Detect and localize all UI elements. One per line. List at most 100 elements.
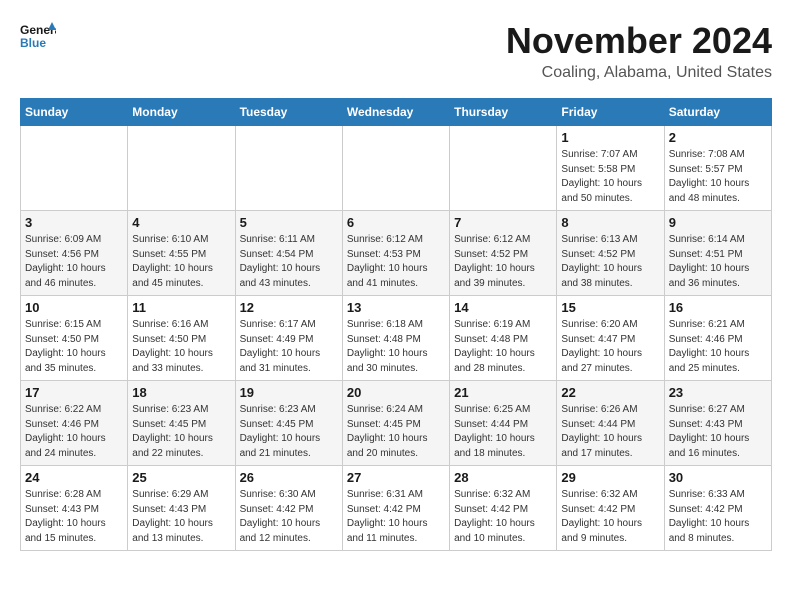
calendar-cell: 19 Sunrise: 6:23 AM Sunset: 4:45 PM Dayli… [235,381,342,466]
day-info: Sunrise: 6:12 AM Sunset: 4:52 PM Dayligh… [454,233,552,291]
header-sunday: Sunday [21,99,128,126]
day-info: Sunrise: 6:28 AM Sunset: 4:43 PM Dayligh… [25,488,123,546]
day-info: Sunrise: 6:12 AM Sunset: 4:53 PM Dayligh… [347,233,445,291]
calendar-cell: 28Sunrise: 6:32 AM Sunset: 4:42 PM Dayli… [450,466,557,551]
day-number: 29 [561,470,659,485]
calendar-cell: 23 Sunrise: 6:27 AM Sunset: 4:43 PM Dayli… [664,381,771,466]
day-number: 7 [454,215,552,230]
day-number: 14 [454,300,552,315]
day-info: Sunrise: 6:32 AM Sunset: 4:42 PM Dayligh… [561,488,659,546]
calendar-cell: 13 Sunrise: 6:18 AM Sunset: 4:48 PM Dayli… [342,296,449,381]
header-thursday: Thursday [450,99,557,126]
day-info: Sunrise: 6:20 AM Sunset: 4:47 PM Dayligh… [561,318,659,376]
day-number: 20 [347,385,445,400]
calendar-cell: 26 Sunrise: 6:30 AM Sunset: 4:42 PM Dayli… [235,466,342,551]
calendar-cell: 16 Sunrise: 6:21 AM Sunset: 4:46 PM Dayli… [664,296,771,381]
header-saturday: Saturday [664,99,771,126]
day-number: 10 [25,300,123,315]
calendar-header-row: SundayMondayTuesdayWednesdayThursdayFrid… [21,99,772,126]
day-info: Sunrise: 6:11 AM Sunset: 4:54 PM Dayligh… [240,233,338,291]
calendar-cell [342,126,449,211]
day-number: 27 [347,470,445,485]
day-info: Sunrise: 6:17 AM Sunset: 4:49 PM Dayligh… [240,318,338,376]
day-info: Sunrise: 6:22 AM Sunset: 4:46 PM Dayligh… [25,403,123,461]
day-number: 13 [347,300,445,315]
calendar-cell: 9Sunrise: 6:14 AM Sunset: 4:51 PM Daylig… [664,211,771,296]
calendar-cell: 11 Sunrise: 6:16 AM Sunset: 4:50 PM Dayli… [128,296,235,381]
day-info: Sunrise: 6:23 AM Sunset: 4:45 PM Dayligh… [240,403,338,461]
calendar-cell: 21 Sunrise: 6:25 AM Sunset: 4:44 PM Dayli… [450,381,557,466]
day-number: 2 [669,130,767,145]
day-info: Sunrise: 6:33 AM Sunset: 4:42 PM Dayligh… [669,488,767,546]
calendar-cell: 8Sunrise: 6:13 AM Sunset: 4:52 PM Daylig… [557,211,664,296]
month-title: November 2024 [506,20,772,62]
calendar-cell: 20 Sunrise: 6:24 AM Sunset: 4:45 PM Dayli… [342,381,449,466]
header-friday: Friday [557,99,664,126]
page-header: General Blue November 2024 Coaling, Alab… [20,20,772,82]
calendar-cell: 10 Sunrise: 6:15 AM Sunset: 4:50 PM Dayli… [21,296,128,381]
calendar-week-1: 1 Sunrise: 7:07 AM Sunset: 5:58 PM Daylig… [21,126,772,211]
calendar-cell: 5 Sunrise: 6:11 AM Sunset: 4:54 PM Daylig… [235,211,342,296]
header-tuesday: Tuesday [235,99,342,126]
day-number: 25 [132,470,230,485]
calendar-cell: 2 Sunrise: 7:08 AM Sunset: 5:57 PM Daylig… [664,126,771,211]
day-info: Sunrise: 6:25 AM Sunset: 4:44 PM Dayligh… [454,403,552,461]
calendar-week-3: 10 Sunrise: 6:15 AM Sunset: 4:50 PM Dayli… [21,296,772,381]
svg-text:Blue: Blue [20,36,46,50]
logo-icon: General Blue [20,20,56,50]
day-info: Sunrise: 6:16 AM Sunset: 4:50 PM Dayligh… [132,318,230,376]
day-number: 18 [132,385,230,400]
calendar-week-5: 24 Sunrise: 6:28 AM Sunset: 4:43 PM Dayli… [21,466,772,551]
calendar-cell: 14Sunrise: 6:19 AM Sunset: 4:48 PM Dayli… [450,296,557,381]
day-info: Sunrise: 6:15 AM Sunset: 4:50 PM Dayligh… [25,318,123,376]
day-number: 28 [454,470,552,485]
calendar-cell: 6 Sunrise: 6:12 AM Sunset: 4:53 PM Daylig… [342,211,449,296]
day-info: Sunrise: 6:26 AM Sunset: 4:44 PM Dayligh… [561,403,659,461]
day-number: 30 [669,470,767,485]
header-monday: Monday [128,99,235,126]
day-number: 15 [561,300,659,315]
day-number: 16 [669,300,767,315]
day-number: 17 [25,385,123,400]
day-number: 11 [132,300,230,315]
calendar-week-4: 17 Sunrise: 6:22 AM Sunset: 4:46 PM Dayli… [21,381,772,466]
day-number: 1 [561,130,659,145]
day-info: Sunrise: 6:21 AM Sunset: 4:46 PM Dayligh… [669,318,767,376]
calendar-cell: 24 Sunrise: 6:28 AM Sunset: 4:43 PM Dayli… [21,466,128,551]
calendar-cell: 30 Sunrise: 6:33 AM Sunset: 4:42 PM Dayli… [664,466,771,551]
day-number: 5 [240,215,338,230]
calendar-cell: 18 Sunrise: 6:23 AM Sunset: 4:45 PM Dayli… [128,381,235,466]
calendar-cell: 15 Sunrise: 6:20 AM Sunset: 4:47 PM Dayli… [557,296,664,381]
day-info: Sunrise: 6:31 AM Sunset: 4:42 PM Dayligh… [347,488,445,546]
calendar-cell: 12Sunrise: 6:17 AM Sunset: 4:49 PM Dayli… [235,296,342,381]
day-info: Sunrise: 6:18 AM Sunset: 4:48 PM Dayligh… [347,318,445,376]
location-subtitle: Coaling, Alabama, United States [506,64,772,82]
logo: General Blue [20,20,56,50]
day-info: Sunrise: 6:29 AM Sunset: 4:43 PM Dayligh… [132,488,230,546]
calendar-cell [235,126,342,211]
day-number: 6 [347,215,445,230]
calendar-cell: 22 Sunrise: 6:26 AM Sunset: 4:44 PM Dayli… [557,381,664,466]
day-info: Sunrise: 7:07 AM Sunset: 5:58 PM Dayligh… [561,148,659,206]
day-info: Sunrise: 6:13 AM Sunset: 4:52 PM Dayligh… [561,233,659,291]
day-number: 4 [132,215,230,230]
day-info: Sunrise: 7:08 AM Sunset: 5:57 PM Dayligh… [669,148,767,206]
calendar-cell [450,126,557,211]
day-number: 22 [561,385,659,400]
day-info: Sunrise: 6:10 AM Sunset: 4:55 PM Dayligh… [132,233,230,291]
day-number: 24 [25,470,123,485]
calendar-cell [21,126,128,211]
day-number: 23 [669,385,767,400]
day-number: 21 [454,385,552,400]
calendar-cell [128,126,235,211]
day-info: Sunrise: 6:14 AM Sunset: 4:51 PM Dayligh… [669,233,767,291]
day-info: Sunrise: 6:27 AM Sunset: 4:43 PM Dayligh… [669,403,767,461]
day-number: 26 [240,470,338,485]
calendar-cell: 29 Sunrise: 6:32 AM Sunset: 4:42 PM Dayli… [557,466,664,551]
day-info: Sunrise: 6:23 AM Sunset: 4:45 PM Dayligh… [132,403,230,461]
calendar-week-2: 3Sunrise: 6:09 AM Sunset: 4:56 PM Daylig… [21,211,772,296]
day-number: 19 [240,385,338,400]
day-info: Sunrise: 6:24 AM Sunset: 4:45 PM Dayligh… [347,403,445,461]
calendar-cell: 25 Sunrise: 6:29 AM Sunset: 4:43 PM Dayli… [128,466,235,551]
day-info: Sunrise: 6:30 AM Sunset: 4:42 PM Dayligh… [240,488,338,546]
